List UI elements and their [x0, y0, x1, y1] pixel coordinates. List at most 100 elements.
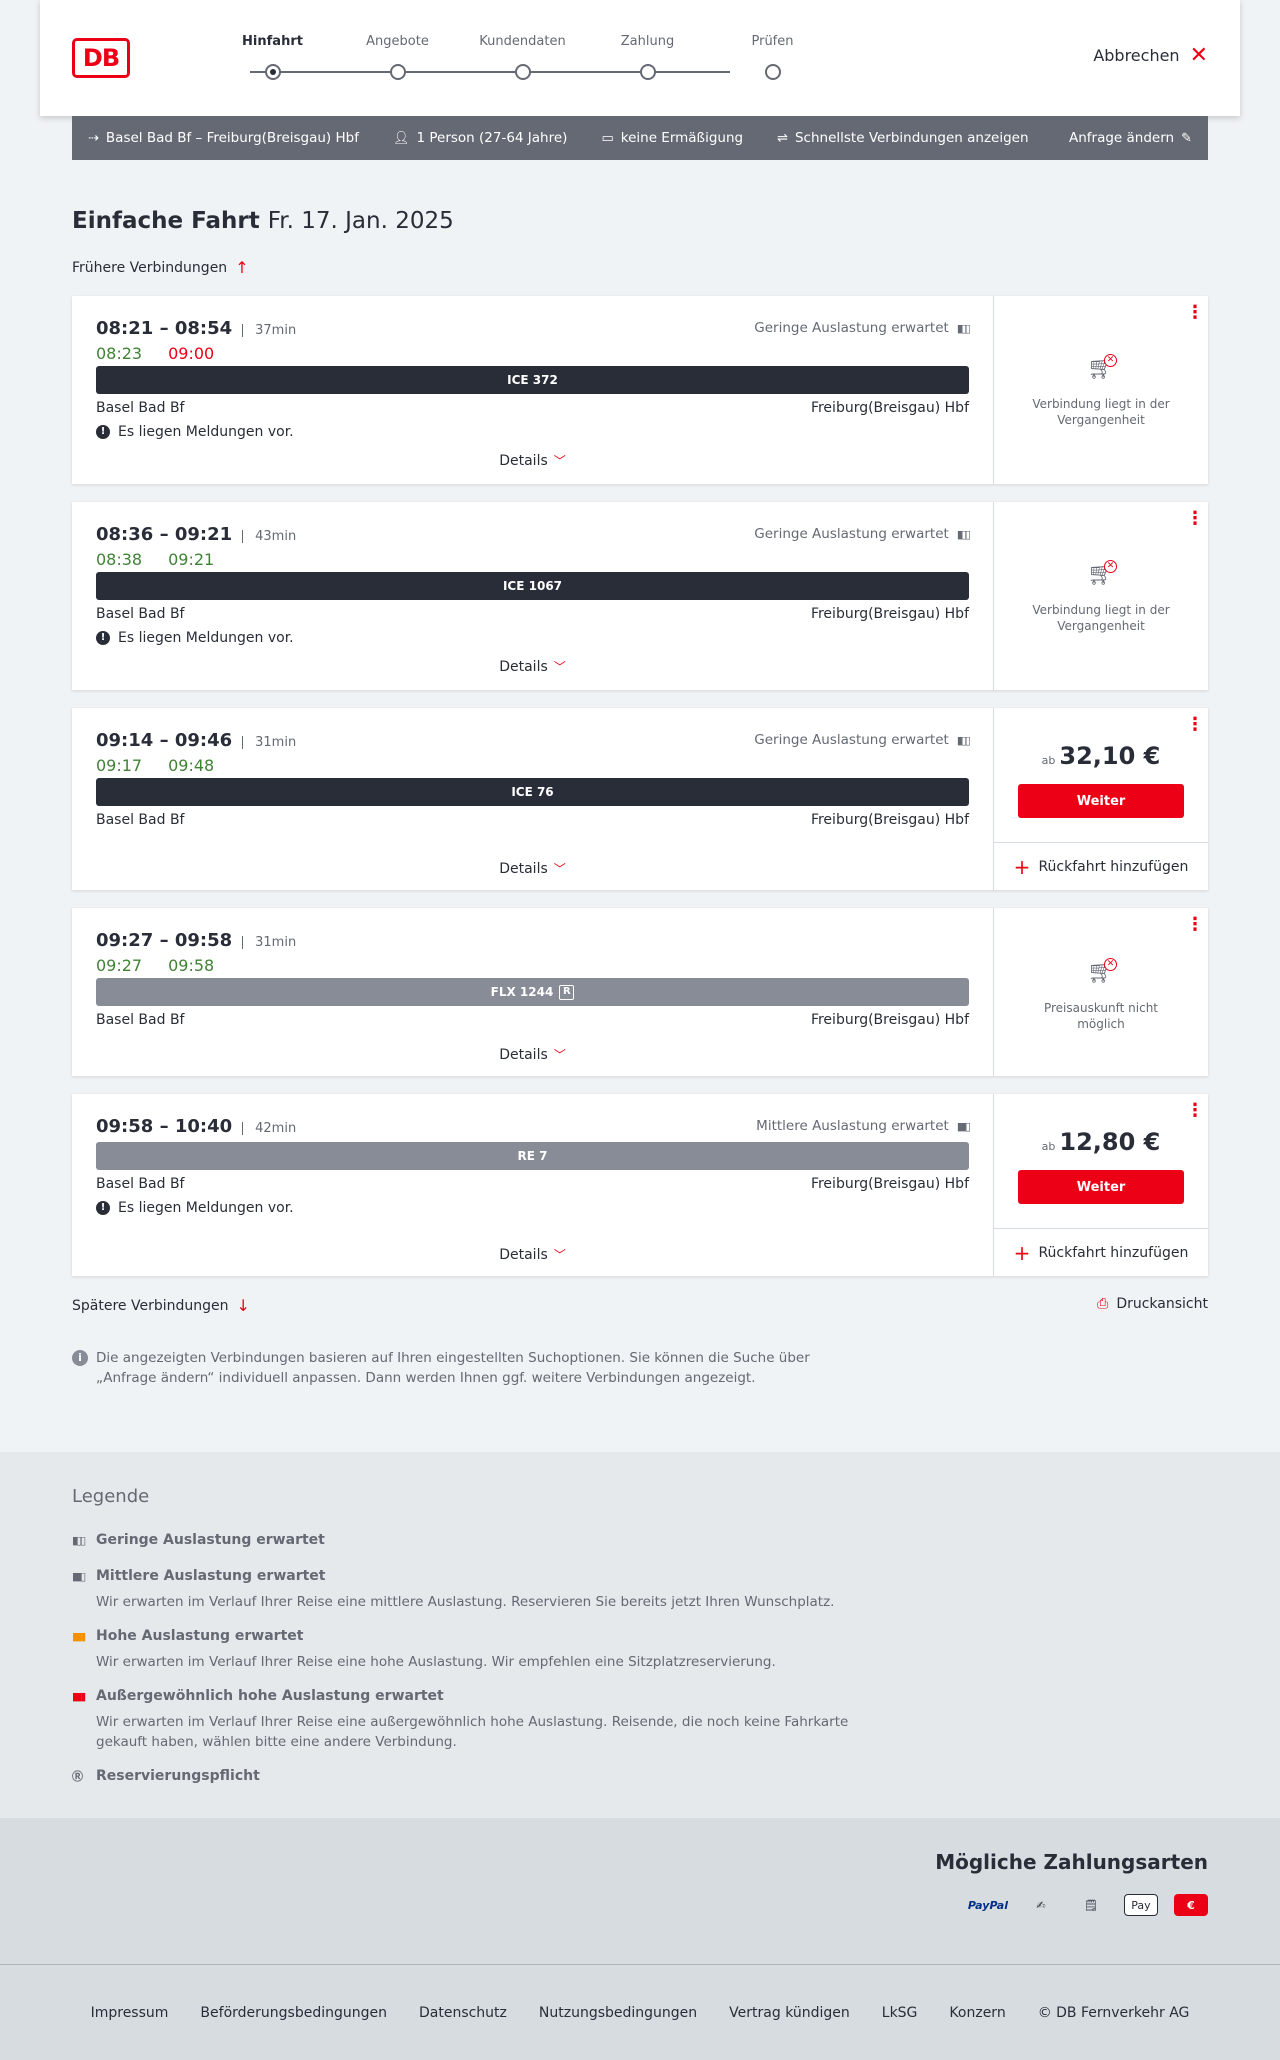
top-header: DB Hinfahrt Angebote Kundendaten Zahlung…: [40, 0, 1240, 116]
later-connections-link[interactable]: Spätere Verbindungen ↓: [72, 1296, 250, 1315]
arrival-station: Freiburg(Breisgau) Hbf: [810, 1012, 969, 1028]
details-toggle[interactable]: Details ﹀: [72, 658, 993, 675]
option-text: Schnellste Verbindungen anzeigen: [794, 130, 1029, 146]
connection-main: 08:21 – 08:54 37min 08:23 09:00 Geringe Au…: [72, 296, 994, 484]
legend-item-desc: Wir erwarten im Verlauf Ihrer Reise eine…: [96, 1714, 849, 1750]
booking-stepper: Hinfahrt Angebote Kundendaten Zahlung Pr…: [210, 34, 794, 84]
legend-title: Legende: [72, 1486, 150, 1507]
step-angebote: Angebote: [335, 34, 460, 80]
realtime-arrival: 09:00: [168, 344, 215, 363]
print-view-link[interactable]: ⎙ Druckansicht: [1097, 1296, 1208, 1312]
continue-button[interactable]: Weiter: [1018, 784, 1184, 818]
details-label: Details: [499, 1047, 548, 1063]
legend-item: ▮▮▮ Hohe Auslastung erwartet Wir erwarten…: [72, 1628, 872, 1672]
more-options-icon[interactable]: ⋮: [1186, 716, 1204, 734]
train-bar[interactable]: RE 7: [96, 1142, 969, 1170]
search-info-note: i Die angezeigten Verbindungen basieren …: [72, 1348, 852, 1388]
footer-link-datenschutz[interactable]: Datenschutz: [419, 2005, 507, 2021]
footer-link-impressum[interactable]: Impressum: [91, 2005, 169, 2021]
price-prefix: ab: [1041, 754, 1056, 767]
more-options-icon[interactable]: ⋮: [1186, 304, 1204, 322]
planned-times: 09:58 – 10:40: [96, 1116, 233, 1137]
departure-station: Basel Bad Bf: [96, 400, 185, 416]
connection-times: 08:36 – 09:21 43min: [96, 524, 296, 545]
realtime-departure: 09:17: [96, 756, 143, 775]
details-toggle[interactable]: Details ﹀: [72, 860, 993, 877]
add-return-button[interactable]: + Rückfahrt hinzufügen: [994, 1228, 1208, 1276]
price-value: 12,80 €: [1059, 1128, 1161, 1156]
connection-times: 09:14 – 09:46 31min: [96, 730, 296, 751]
connection-card: 09:27 – 09:58 31min 09:27 09:58 FLX 1244 R …: [72, 908, 1208, 1076]
cancel-button[interactable]: Abbrechen ✕: [1093, 44, 1208, 66]
earlier-connections-link[interactable]: Frühere Verbindungen ↑: [72, 258, 249, 277]
step-label: Hinfahrt: [242, 34, 303, 49]
train-bar[interactable]: ICE 76: [96, 778, 969, 806]
footer-link-kuendigen[interactable]: Vertrag kündigen: [729, 2005, 850, 2021]
footer-link-konzern[interactable]: Konzern: [949, 2005, 1005, 2021]
search-discount: ▭ keine Ermäßigung: [601, 130, 743, 146]
arrow-up-icon: ↑: [235, 258, 249, 277]
train-name: ICE 76: [511, 785, 554, 799]
passengers-text: 1 Person (27-64 Jahre): [416, 130, 568, 146]
legend-section: Legende ▮▯▯ Geringe Auslastung erwartet ▮…: [0, 1452, 1280, 1818]
footer-link-lksg[interactable]: LkSG: [882, 2005, 918, 2021]
trip-type: Einfache Fahrt: [72, 208, 260, 234]
chevron-down-icon: ﹀: [553, 454, 566, 468]
cart-unavailable-icon: 🛒︎ ✕: [1087, 560, 1117, 590]
chevron-down-icon: ﹀: [553, 1248, 566, 1262]
step-dot: [264, 64, 281, 80]
train-bar[interactable]: ICE 372: [96, 366, 969, 394]
occupancy-low-icon: ▮▯▯: [72, 1533, 86, 1547]
payment-title: Mögliche Zahlungsarten: [935, 1850, 1208, 1874]
train-bar[interactable]: ICE 1067: [96, 572, 969, 600]
message-notice: ! Es liegen Meldungen vor.: [96, 1200, 294, 1216]
connection-offer: ⋮ ab 12,80 € Weiter + Rückfahrt hinzufügen: [994, 1094, 1208, 1276]
occupancy-low-icon: ▮▯▯: [956, 527, 971, 541]
details-toggle[interactable]: Details ﹀: [72, 452, 993, 469]
footer-link-befoerderung[interactable]: Beförderungsbedingungen: [200, 2005, 387, 2021]
step-kundendaten: Kundendaten: [460, 34, 585, 80]
departure-station: Basel Bad Bf: [96, 1012, 185, 1028]
connection-offer: ⋮ 🛒︎ ✕ Verbindung liegt in der Vergangenh…: [994, 502, 1208, 690]
connection-times: 08:21 – 08:54 37min: [96, 318, 296, 339]
arrival-station: Freiburg(Breisgau) Hbf: [810, 812, 969, 828]
more-options-icon[interactable]: ⋮: [1186, 510, 1204, 528]
route-arrow-icon: ⇢: [88, 130, 99, 146]
price-display: ab 12,80 €: [994, 1128, 1208, 1156]
legend-item-title: Außergewöhnlich hohe Auslastung erwartet: [96, 1688, 444, 1704]
arrival-station: Freiburg(Breisgau) Hbf: [810, 606, 969, 622]
add-return-button[interactable]: + Rückfahrt hinzufügen: [994, 842, 1208, 890]
connection-offer: ⋮ ab 32,10 € Weiter + Rückfahrt hinzufügen: [994, 708, 1208, 890]
offer-status-text: Preisauskunft nicht möglich: [1043, 1001, 1159, 1031]
more-options-icon[interactable]: ⋮: [1186, 916, 1204, 934]
info-icon: i: [72, 1350, 88, 1366]
connection-times: 09:27 – 09:58 31min: [96, 930, 296, 951]
message-text: Es liegen Meldungen vor.: [118, 424, 294, 440]
continue-button[interactable]: Weiter: [1018, 1170, 1184, 1204]
realtime-arrival: 09:48: [168, 756, 215, 775]
step-label: Zahlung: [620, 34, 675, 49]
legend-item-title: Hohe Auslastung erwartet: [96, 1628, 304, 1644]
step-hinfahrt[interactable]: Hinfahrt: [210, 34, 335, 80]
search-passengers: 👤︎ 1 Person (27-64 Jahre): [393, 130, 567, 146]
change-request-button[interactable]: Anfrage ändern ✎: [1069, 130, 1192, 146]
legend-item: Ⓡ Reservierungspflicht: [72, 1768, 872, 1784]
duration: 31min: [242, 736, 296, 749]
occupancy-medium-icon: ▮▮▯: [72, 1569, 86, 1583]
more-options-icon[interactable]: ⋮: [1186, 1102, 1204, 1120]
price-prefix: ab: [1041, 1140, 1056, 1153]
occupancy-label: Geringe Auslastung erwartet: [754, 732, 949, 748]
message-text: Es liegen Meldungen vor.: [118, 630, 294, 646]
legend-item-title: Geringe Auslastung erwartet: [96, 1532, 325, 1548]
details-toggle[interactable]: Details ﹀: [72, 1046, 993, 1063]
legend-item: ▮▮▮ Außergewöhnlich hohe Auslastung erwar…: [72, 1688, 872, 1752]
apple-pay-icon: Pay: [1124, 1894, 1158, 1916]
change-request-label: Anfrage ändern: [1068, 130, 1175, 146]
details-toggle[interactable]: Details ﹀: [72, 1246, 993, 1263]
occupancy-info: Geringe Auslastung erwartet ▮▯▯: [754, 732, 971, 748]
train-bar[interactable]: FLX 1244 R: [96, 978, 969, 1006]
step-label: Prüfen: [751, 34, 794, 49]
details-label: Details: [499, 861, 548, 877]
db-logo[interactable]: DB: [72, 38, 130, 78]
footer-link-nutzung[interactable]: Nutzungsbedingungen: [539, 2005, 697, 2021]
